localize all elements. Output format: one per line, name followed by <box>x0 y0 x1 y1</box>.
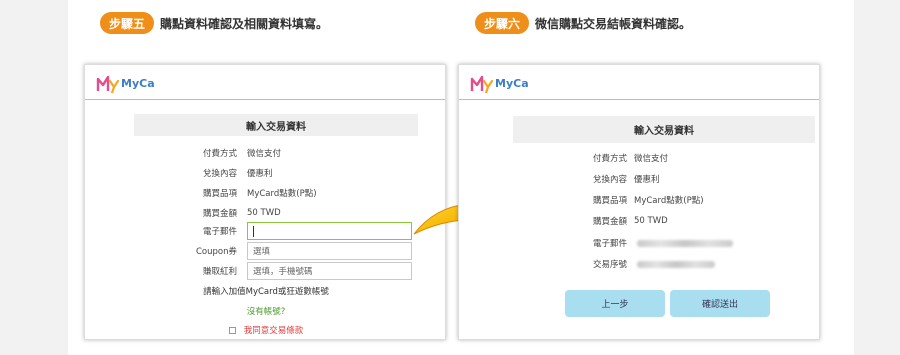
step5-text: 購點資料確認及相關資料填寫。 <box>160 16 329 31</box>
left-row-exchange: 兌換內容 優惠利 <box>175 164 273 182</box>
text-caret <box>253 225 254 237</box>
checkbox-icon[interactable] <box>228 326 236 334</box>
email-field[interactable] <box>247 222 412 240</box>
row-label: 兌換內容 <box>202 169 237 179</box>
step5-header: 步驟五 購點資料確認及相關資料填寫。 <box>100 12 328 34</box>
mycard-logo: MyCard <box>470 75 529 93</box>
coupon-label: Coupon券 <box>195 247 237 257</box>
row-label: 購買品項 <box>202 189 237 199</box>
right-row-payment: 付費方式 微信支付 <box>559 149 668 167</box>
row-label: 付費方式 <box>202 149 237 159</box>
row-value: 優惠利 <box>247 169 273 179</box>
right-row-exchange: 兌換內容 優惠利 <box>559 170 660 188</box>
bonus-label: 賺取紅利 <box>202 267 237 277</box>
row-value: 優惠利 <box>634 175 660 185</box>
agree-terms[interactable]: 我同意交易條款 <box>85 324 447 336</box>
step6-badge: 步驟六 <box>475 12 530 34</box>
right-card-title: 輸入交易資料 <box>513 116 815 143</box>
row-label: 購買金額 <box>202 209 237 219</box>
row-label: 付費方式 <box>592 154 627 164</box>
mycard-logo: MyCard <box>96 75 155 93</box>
coupon-placeholder: 選填 <box>253 247 271 257</box>
logo-text: MyCard <box>495 77 529 90</box>
row-value: MyCard點數(P點) <box>247 189 317 199</box>
row-label: 購買品項 <box>592 196 627 206</box>
bonus-field[interactable]: 選填，手機號碼 <box>247 262 412 280</box>
row-value: 微信支付 <box>247 149 282 159</box>
right-row-amount: 購買金額 50 TWD <box>559 212 668 230</box>
right-row-item: 購買品項 MyCard點數(P點) <box>559 191 704 209</box>
row-label: 兌換內容 <box>592 175 627 185</box>
left-row-bonus: 賺取紅利 選填，手機號碼 <box>175 262 412 280</box>
left-row-amount: 購買金額 50 TWD <box>175 204 281 222</box>
back-button[interactable]: 上一步 <box>565 290 665 317</box>
step6-header: 步驟六 微信購點交易結帳資料確認。 <box>475 12 691 34</box>
row-label: 交易序號 <box>592 260 627 270</box>
row-label: 購買金額 <box>592 217 627 227</box>
row-value: MyCard點數(P點) <box>634 196 704 206</box>
account-note: 請輸入加值MyCard或狂遊數帳號 <box>203 287 329 297</box>
left-row-payment: 付費方式 微信支付 <box>175 144 281 162</box>
bonus-placeholder: 選填，手機號碼 <box>253 267 313 277</box>
redacted-email <box>637 239 733 247</box>
agree-text: 我同意交易條款 <box>243 326 304 336</box>
no-account-link[interactable]: 沒有帳號? <box>85 305 447 317</box>
right-card: MyCard 輸入交易資料 付費方式 微信支付 兌換內容 優惠利 購買品項 My… <box>458 64 820 340</box>
left-card-title: 輸入交易資料 <box>134 114 418 136</box>
left-card-rule <box>85 99 445 100</box>
redacted-serial <box>637 260 715 268</box>
right-card-rule <box>459 99 819 100</box>
confirm-button[interactable]: 確認送出 <box>670 290 770 317</box>
step5-badge: 步驟五 <box>100 12 155 34</box>
coupon-field[interactable]: 選填 <box>247 242 412 260</box>
row-label: 電子郵件 <box>592 239 627 249</box>
row-value: 50 TWD <box>247 208 281 218</box>
left-row-item: 購買品項 MyCard點數(P點) <box>175 184 317 202</box>
left-card: MyCard 輸入交易資料 付費方式 微信支付 兌換內容 優惠利 購買品項 My… <box>84 64 446 340</box>
row-value: 50 TWD <box>634 216 668 226</box>
row-value: 微信支付 <box>634 154 669 164</box>
right-row-serial: 交易序號 <box>559 255 715 273</box>
email-label: 電子郵件 <box>202 227 237 237</box>
step6-text: 微信購點交易結帳資料確認。 <box>535 16 692 31</box>
left-row-coupon: Coupon券 選填 <box>175 242 412 260</box>
right-row-email: 電子郵件 <box>559 234 733 252</box>
left-row-email: 電子郵件 <box>175 222 412 240</box>
logo-text: MyCard <box>121 77 155 90</box>
